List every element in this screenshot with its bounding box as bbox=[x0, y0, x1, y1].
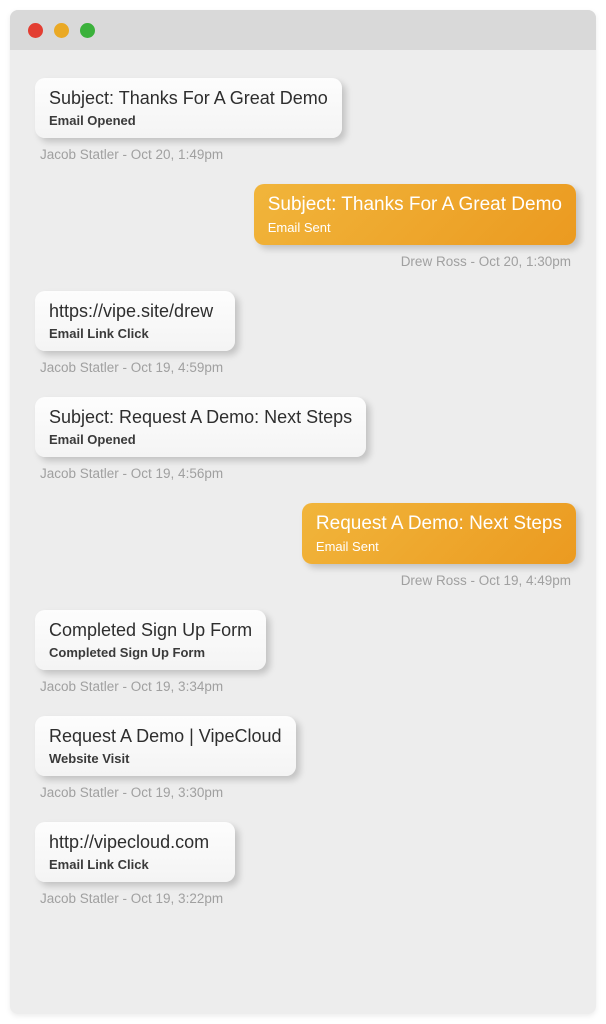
activity-bubble[interactable]: Subject: Thanks For A Great Demo Email S… bbox=[254, 184, 576, 245]
activity-subtitle: Website Visit bbox=[49, 751, 282, 766]
activity-subtitle: Email Opened bbox=[49, 432, 352, 447]
activity-meta: Jacob Statler - Oct 19, 4:56pm bbox=[35, 466, 223, 481]
activity-meta: Jacob Statler - Oct 19, 3:34pm bbox=[35, 679, 223, 694]
activity-subtitle: Email Link Click bbox=[49, 857, 221, 872]
activity-title: http://vipecloud.com bbox=[49, 832, 221, 853]
activity-title: Completed Sign Up Form bbox=[49, 620, 252, 641]
activity-item: Subject: Request A Demo: Next Steps Emai… bbox=[35, 397, 576, 481]
activity-bubble[interactable]: https://vipe.site/drew Email Link Click bbox=[35, 291, 235, 351]
activity-bubble[interactable]: Subject: Thanks For A Great Demo Email O… bbox=[35, 78, 342, 138]
activity-feed: Subject: Thanks For A Great Demo Email O… bbox=[10, 50, 596, 1014]
activity-title: Subject: Thanks For A Great Demo bbox=[49, 88, 328, 109]
app-window: Subject: Thanks For A Great Demo Email O… bbox=[10, 10, 596, 1014]
activity-title: Subject: Thanks For A Great Demo bbox=[268, 194, 562, 216]
activity-subtitle: Completed Sign Up Form bbox=[49, 645, 252, 660]
activity-meta: Jacob Statler - Oct 19, 4:59pm bbox=[35, 360, 223, 375]
activity-item: http://vipecloud.com Email Link Click Ja… bbox=[35, 822, 576, 906]
activity-item: Request A Demo: Next Steps Email Sent Dr… bbox=[35, 503, 576, 588]
activity-bubble[interactable]: Request A Demo | VipeCloud Website Visit bbox=[35, 716, 296, 776]
minimize-icon[interactable] bbox=[54, 23, 69, 38]
activity-item: Request A Demo | VipeCloud Website Visit… bbox=[35, 716, 576, 800]
close-icon[interactable] bbox=[28, 23, 43, 38]
activity-item: Completed Sign Up Form Completed Sign Up… bbox=[35, 610, 576, 694]
activity-subtitle: Email Opened bbox=[49, 113, 328, 128]
activity-title: Subject: Request A Demo: Next Steps bbox=[49, 407, 352, 428]
activity-item: https://vipe.site/drew Email Link Click … bbox=[35, 291, 576, 375]
activity-bubble[interactable]: Subject: Request A Demo: Next Steps Emai… bbox=[35, 397, 366, 457]
activity-title: Request A Demo | VipeCloud bbox=[49, 726, 282, 747]
window-title-bar bbox=[10, 10, 596, 50]
activity-subtitle: Email Link Click bbox=[49, 326, 221, 341]
activity-title: https://vipe.site/drew bbox=[49, 301, 221, 322]
activity-item: Subject: Thanks For A Great Demo Email O… bbox=[35, 78, 576, 162]
maximize-icon[interactable] bbox=[80, 23, 95, 38]
activity-meta: Jacob Statler - Oct 20, 1:49pm bbox=[35, 147, 223, 162]
activity-meta: Drew Ross - Oct 20, 1:30pm bbox=[401, 254, 576, 269]
activity-title: Request A Demo: Next Steps bbox=[316, 513, 562, 535]
activity-meta: Jacob Statler - Oct 19, 3:30pm bbox=[35, 785, 223, 800]
activity-item: Subject: Thanks For A Great Demo Email S… bbox=[35, 184, 576, 269]
activity-bubble[interactable]: Request A Demo: Next Steps Email Sent bbox=[302, 503, 576, 564]
activity-subtitle: Email Sent bbox=[316, 539, 562, 554]
activity-bubble[interactable]: http://vipecloud.com Email Link Click bbox=[35, 822, 235, 882]
activity-subtitle: Email Sent bbox=[268, 220, 562, 235]
activity-bubble[interactable]: Completed Sign Up Form Completed Sign Up… bbox=[35, 610, 266, 670]
activity-meta: Drew Ross - Oct 19, 4:49pm bbox=[401, 573, 576, 588]
activity-meta: Jacob Statler - Oct 19, 3:22pm bbox=[35, 891, 223, 906]
